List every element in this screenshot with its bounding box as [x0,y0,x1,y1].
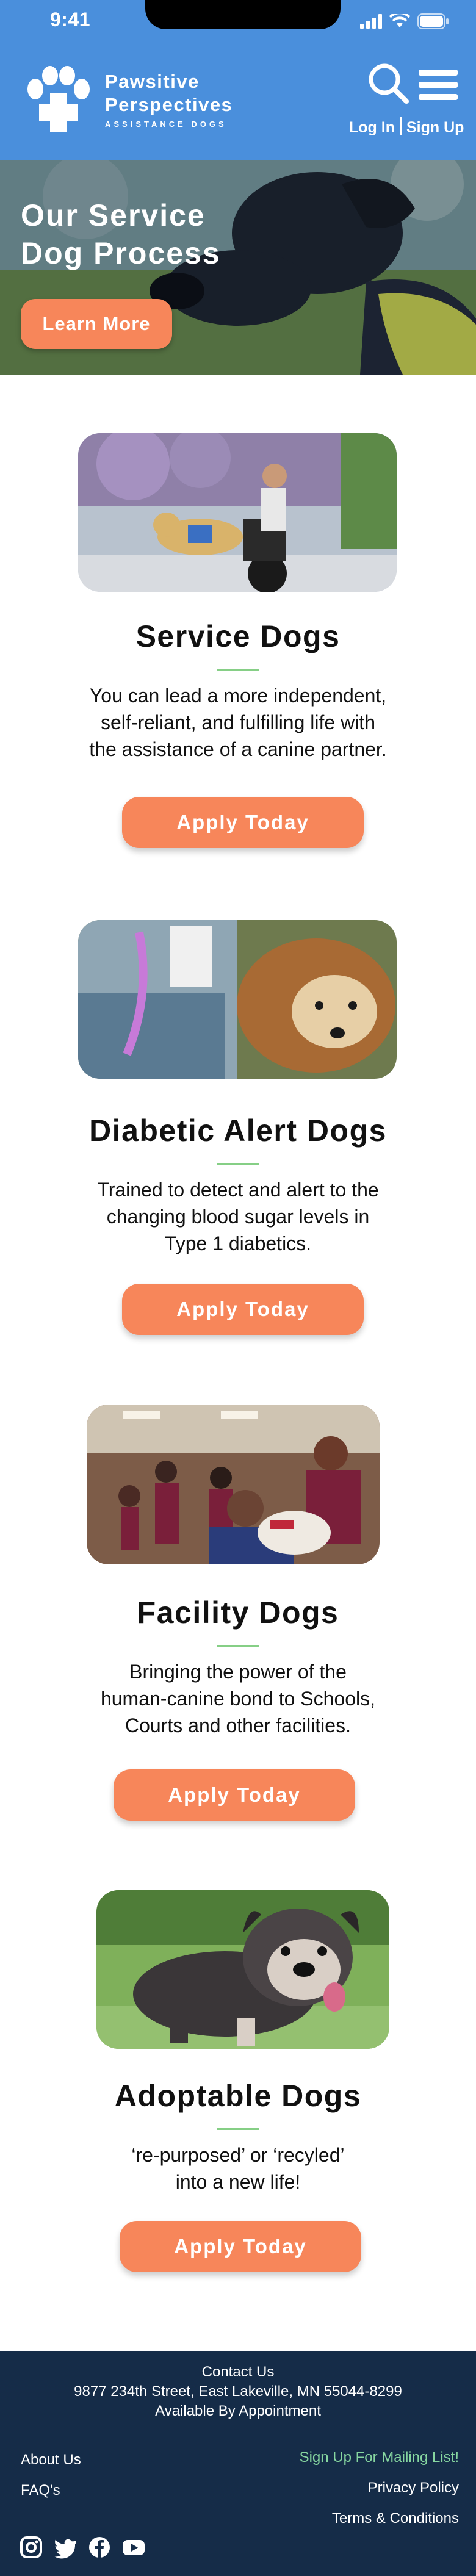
apply-today-button[interactable]: Apply Today [122,797,364,848]
status-bar: 9:41 [0,0,476,43]
diabetic-dog-photo [78,920,397,1079]
paw-cross-icon [27,66,90,132]
hamburger-menu-button[interactable] [419,70,458,100]
mailing-list-link[interactable]: Sign Up For Mailing List! [300,2449,459,2466]
brand-name-line1: Pawsitive [105,71,200,92]
social-links [20,2536,145,2559]
brand-tagline: ASSISTANCE DOGS [105,120,227,129]
hero-title: Our Service Dog Process [21,198,221,270]
status-icons [360,12,449,31]
signal-icon [360,14,382,29]
signup-link[interactable]: Sign Up [406,119,464,136]
contact-heading: Contact Us [201,2364,275,2380]
card-description: You can lead a more independent, self-re… [89,685,387,760]
title-divider [217,1163,259,1165]
card-title: Service Dogs [135,619,341,653]
site-header: 9:41 Pawsitive Perspectives ASSISTANCE D… [0,0,476,160]
battery-icon [417,13,449,29]
privacy-policy-link[interactable]: Privacy Policy [368,2480,459,2497]
service-dog-photo [78,433,397,592]
menu-bar-icon [419,94,458,100]
auth-links: Log In Sign Up [349,117,464,137]
facebook-icon[interactable] [88,2536,111,2559]
apply-today-button[interactable]: Apply Today [120,2221,361,2272]
card-title: Diabetic Alert Dogs [89,1114,387,1148]
apply-today-button[interactable]: Apply Today [114,1769,355,1821]
card-description: ‘re-purposed’ or ‘recyled’ into a new li… [131,2144,345,2193]
about-us-link[interactable]: About Us [21,2452,81,2469]
search-icon [369,63,409,104]
service-dogs-image [78,433,397,592]
menu-bar-icon [419,82,458,88]
auth-separator [399,117,402,135]
title-divider [217,669,259,671]
brand-text: Pawsitive Perspectives ASSISTANCE DOGS [105,70,233,129]
card-title: Facility Dogs [137,1596,339,1630]
brand-name-line2: Perspectives [105,94,233,115]
learn-more-button[interactable]: Learn More [21,299,172,349]
adoptable-dog-photo [96,1890,389,2049]
card-description: Trained to detect and alert to the chang… [97,1179,379,1254]
diabetic-alert-dogs-image [78,920,397,1079]
menu-bar-icon [419,70,458,76]
facility-dog-photo [87,1405,380,1564]
contact-address: 9877 234th Street, East Lakeville, MN 55… [74,2383,402,2400]
instagram-icon[interactable] [20,2536,43,2559]
terms-conditions-link[interactable]: Terms & Conditions [332,2510,459,2527]
facility-dogs-image [87,1405,380,1564]
status-time: 9:41 [50,9,91,31]
card-title: Adoptable Dogs [114,2079,362,2113]
adoptable-dogs-image [96,1890,389,2049]
card-description: Bringing the power of the human-canine b… [100,1661,376,1736]
title-divider [217,1645,259,1647]
brand-logo[interactable]: Pawsitive Perspectives ASSISTANCE DOGS [22,66,233,133]
apply-today-button[interactable]: Apply Today [122,1284,364,1335]
wifi-icon [389,14,410,27]
site-footer: Contact Us 9877 234th Street, East Lakev… [0,2351,476,2576]
twitter-icon[interactable] [54,2536,77,2559]
youtube-icon[interactable] [122,2536,145,2559]
hero-banner: Our Service Dog Process Learn More [0,160,476,375]
contact-appointment: Available By Appointment [155,2403,321,2419]
login-link[interactable]: Log In [349,119,395,136]
faq-link[interactable]: FAQ's [21,2482,60,2499]
title-divider [217,2128,259,2130]
device-notch [145,0,341,29]
search-button[interactable] [367,62,410,105]
